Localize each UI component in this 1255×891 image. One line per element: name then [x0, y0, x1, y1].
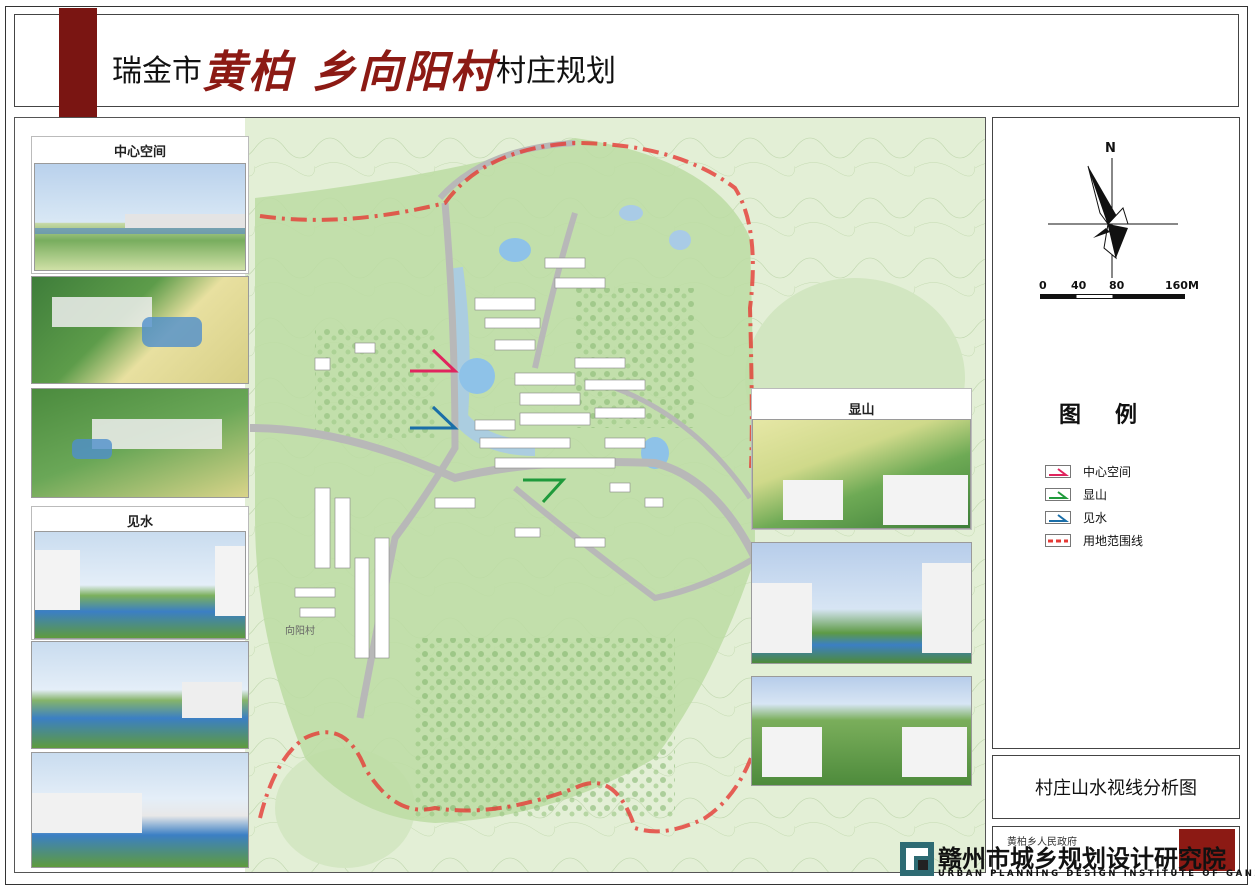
legend-label-show-mountain: 显山 — [1083, 487, 1108, 502]
institute-logo-icon — [900, 842, 934, 876]
legend-symbol-boundary — [1045, 533, 1071, 547]
panel-center-space: 中心空间 — [31, 136, 249, 274]
site-plan-map[interactable]: 向阳村 中心空间 见水 显山 — [14, 117, 986, 873]
scale-tick-0: 0 — [1039, 279, 1047, 292]
title-village: 乡向阳村 — [312, 47, 496, 98]
brand-tab — [59, 8, 97, 123]
title-suffix: 村庄规划 — [496, 54, 616, 89]
legend-label-center-space: 中心空间 — [1083, 464, 1132, 479]
village-label: 向阳村 — [285, 624, 315, 637]
panel-show-mountain-label: 显山 — [848, 403, 875, 418]
legend-item-center-space: 中心空间 — [1045, 463, 1131, 479]
render-center-space-2[interactable] — [31, 276, 249, 384]
scale-tick-80: 80 — [1109, 279, 1125, 292]
render-buildings — [125, 214, 245, 228]
panel-center-space-label: 中心空间 — [113, 145, 166, 160]
title-township: 黄柏 — [202, 47, 294, 98]
render-show-mountain-3[interactable] — [751, 676, 972, 786]
legend-symbol-show-mountain — [1045, 487, 1071, 501]
legend-item-boundary: 用地范围线 — [1045, 532, 1143, 548]
render-center-space-3[interactable] — [31, 388, 249, 498]
legend-item-see-water: 见水 — [1045, 509, 1107, 525]
render-see-water-1[interactable] — [34, 531, 246, 639]
title-prefix: 瑞金市 — [112, 54, 202, 89]
legend-item-show-mountain: 显山 — [1045, 486, 1107, 502]
legend-title: 图例 — [1059, 402, 1172, 428]
panel-show-mountain: 显山 — [751, 388, 972, 530]
central-pond — [459, 358, 495, 394]
render-center-space-1[interactable] — [34, 163, 246, 271]
panel-see-water-label: 见水 — [126, 515, 153, 530]
legend-symbol-center-space — [1045, 464, 1071, 478]
north-arrow-icon — [1048, 158, 1178, 278]
drawing-title: 村庄山水视线分析图 — [992, 755, 1240, 819]
legend-panel: N 0 40 80 160M 图例 中心空间 显山 见水 用地范围线 — [992, 117, 1240, 749]
legend-symbol-see-water — [1045, 510, 1071, 524]
render-show-mountain-2[interactable] — [751, 542, 972, 664]
render-see-water-3[interactable] — [31, 752, 249, 868]
north-label: N — [1105, 141, 1116, 156]
scale-tick-40: 40 — [1071, 279, 1087, 292]
scale-tick-160: 160M — [1165, 279, 1199, 292]
render-see-water-2[interactable] — [31, 641, 249, 749]
panel-see-water: 见水 — [31, 506, 249, 640]
legend-label-see-water: 见水 — [1083, 510, 1108, 525]
page-title: 瑞金市 黄柏 乡向阳村 村庄规划 — [112, 38, 616, 98]
legend-label-boundary: 用地范围线 — [1083, 533, 1144, 548]
institute-english: URBAN PLANNING DESIGN INSTITUTE OF GANZH… — [938, 869, 1255, 879]
render-show-mountain-1[interactable] — [752, 419, 971, 529]
